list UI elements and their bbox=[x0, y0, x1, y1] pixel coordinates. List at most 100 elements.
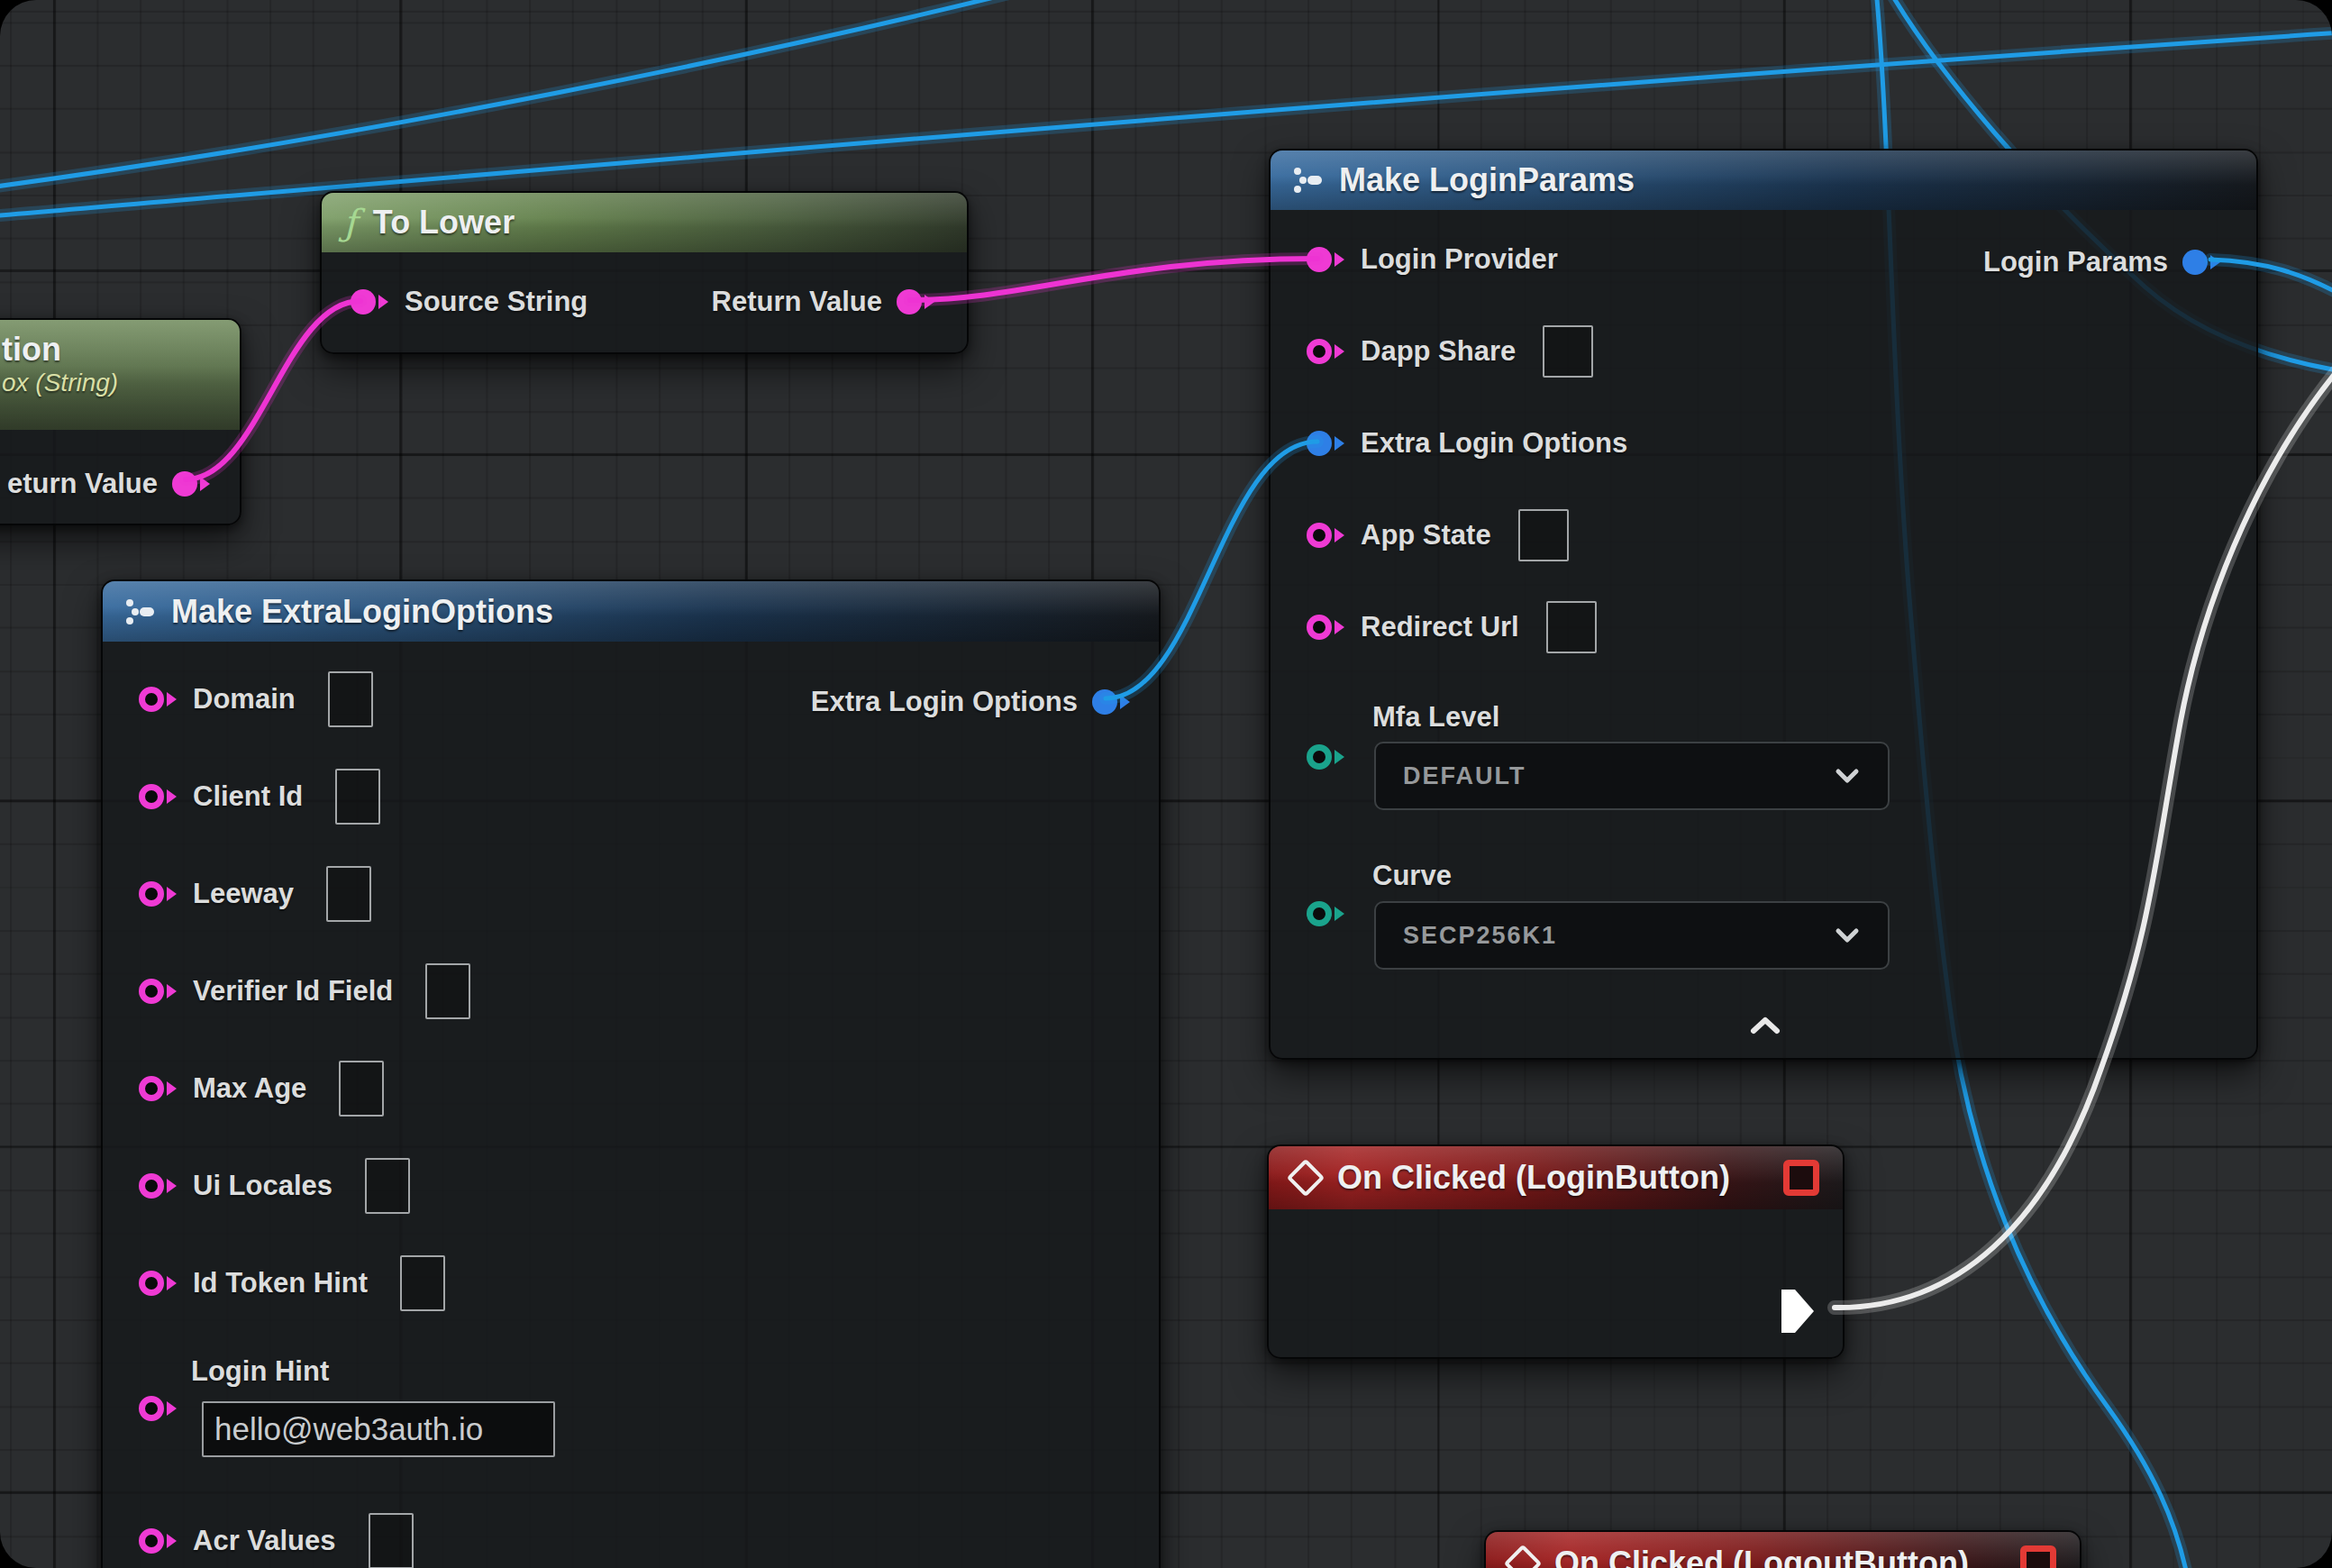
node-make-extraloginoptions-title: Make ExtraLoginOptions bbox=[171, 593, 553, 631]
chevron-down-icon bbox=[1834, 927, 1861, 944]
exec-out-pin[interactable] bbox=[1780, 1288, 1816, 1335]
app-state-pin[interactable] bbox=[1307, 521, 1344, 550]
extra-login-options-out-label: Extra Login Options bbox=[811, 686, 1078, 718]
pin-row-max-age: Max Age bbox=[103, 1040, 1159, 1137]
getter-return-label: eturn Value bbox=[7, 468, 158, 500]
wire-blue-top-upper-glow bbox=[0, 0, 1034, 187]
verifier-id-field-label: Verifier Id Field bbox=[193, 975, 393, 1007]
acr-values-box[interactable] bbox=[369, 1513, 414, 1568]
curve-label: Curve bbox=[1372, 860, 1452, 892]
acr-values-pin[interactable] bbox=[139, 1527, 177, 1555]
max-age-box[interactable] bbox=[339, 1061, 384, 1117]
return-value-label: Return Value bbox=[712, 286, 883, 318]
wire-magenta-tolower-loginprovider[interactable] bbox=[910, 259, 1317, 300]
node-make-loginparams-header[interactable]: Make LoginParams bbox=[1271, 150, 2256, 210]
source-string-label: Source String bbox=[405, 286, 588, 318]
login-provider-label: Login Provider bbox=[1361, 243, 1558, 276]
pin-row-dapp-share: Dapp Share bbox=[1271, 305, 2256, 397]
leeway-box[interactable] bbox=[326, 866, 371, 922]
id-token-hint-box[interactable] bbox=[400, 1255, 445, 1311]
acr-values-row: Acr Values bbox=[103, 1492, 1159, 1568]
node-getter[interactable]: tion ox (String) eturn Value bbox=[0, 318, 241, 525]
function-icon: ƒ bbox=[343, 205, 357, 241]
login-hint-input[interactable]: hello@web3auth.io bbox=[202, 1401, 555, 1457]
extra-login-options-pin[interactable] bbox=[1307, 429, 1344, 458]
pin-row-verifier-id-field: Verifier Id Field bbox=[103, 943, 1159, 1040]
node-getter-header[interactable]: tion ox (String) bbox=[0, 320, 240, 430]
login-hint-label: Login Hint bbox=[191, 1355, 329, 1388]
redirect-url-label: Redirect Url bbox=[1361, 611, 1519, 643]
node-make-loginparams[interactable]: Make LoginParams Login Provider Dapp Shar… bbox=[1269, 149, 2258, 1060]
event-diamond-icon bbox=[1504, 1545, 1542, 1568]
blueprint-canvas[interactable]: tion ox (String) eturn Value ƒ To Lower … bbox=[0, 0, 2332, 1568]
pin-row-app-state: App State bbox=[1271, 489, 2256, 581]
login-params-out-label: Login Params bbox=[1983, 246, 2168, 278]
node-getter-subtitle: ox (String) bbox=[2, 369, 118, 397]
getter-return-pin[interactable] bbox=[172, 469, 210, 498]
node-on-clicked-loginbutton[interactable]: On Clicked (LoginButton) bbox=[1267, 1144, 1845, 1359]
pin-row-redirect-url: Redirect Url bbox=[1271, 581, 2256, 673]
curve-pin[interactable] bbox=[1307, 899, 1344, 928]
domain-box[interactable] bbox=[328, 671, 373, 727]
node-on-clicked-loginbutton-title: On Clicked (LoginButton) bbox=[1337, 1159, 1730, 1197]
login-provider-pin[interactable] bbox=[1307, 245, 1344, 274]
return-value-pin[interactable] bbox=[897, 287, 934, 316]
redirect-url-pin[interactable] bbox=[1307, 613, 1344, 642]
pin-row-client-id: Client Id bbox=[103, 748, 1159, 845]
curve-dropdown[interactable]: SECP256K1 bbox=[1374, 901, 1890, 970]
node-to-lower-header[interactable]: ƒ To Lower bbox=[322, 193, 967, 252]
extra-login-options-out-pin[interactable] bbox=[1092, 688, 1130, 716]
client-id-pin[interactable] bbox=[139, 782, 177, 811]
node-getter-title: tion bbox=[2, 331, 118, 369]
getter-return-row: eturn Value bbox=[7, 468, 210, 500]
login-params-out-pin[interactable] bbox=[2182, 248, 2220, 277]
login-hint-pin[interactable] bbox=[139, 1394, 177, 1423]
leeway-pin[interactable] bbox=[139, 880, 177, 908]
collapse-chevron-icon[interactable] bbox=[1749, 1016, 1781, 1035]
login-hint-row: Login Hint hello@web3auth.io bbox=[103, 1332, 1159, 1492]
node-on-clicked-logoutbutton[interactable]: On Clicked (LogoutButton) bbox=[1484, 1530, 2081, 1568]
max-age-label: Max Age bbox=[193, 1072, 306, 1105]
make-struct-icon bbox=[124, 598, 157, 625]
event-diamond-icon bbox=[1287, 1159, 1325, 1197]
client-id-label: Client Id bbox=[193, 780, 303, 813]
id-token-hint-pin[interactable] bbox=[139, 1269, 177, 1298]
acr-values-label: Acr Values bbox=[193, 1525, 336, 1557]
node-on-clicked-logoutbutton-header[interactable]: On Clicked (LogoutButton) bbox=[1486, 1532, 2080, 1568]
max-age-pin[interactable] bbox=[139, 1074, 177, 1103]
pin-row-ui-locales: Ui Locales bbox=[103, 1137, 1159, 1235]
event-bind-icon[interactable] bbox=[2020, 1545, 2056, 1568]
dapp-share-label: Dapp Share bbox=[1361, 335, 1516, 368]
node-make-loginparams-title: Make LoginParams bbox=[1339, 161, 1635, 199]
node-to-lower[interactable]: ƒ To Lower Source String Return Value bbox=[320, 191, 969, 354]
dapp-share-pin[interactable] bbox=[1307, 337, 1344, 366]
ui-locales-box[interactable] bbox=[365, 1158, 410, 1214]
verifier-id-field-pin[interactable] bbox=[139, 977, 177, 1006]
wire-blue-top-upper[interactable] bbox=[0, 0, 1034, 187]
domain-pin[interactable] bbox=[139, 685, 177, 714]
node-make-extraloginoptions[interactable]: Make ExtraLoginOptions DomainClient IdLe… bbox=[101, 579, 1161, 1568]
node-on-clicked-loginbutton-header[interactable]: On Clicked (LoginButton) bbox=[1269, 1146, 1843, 1209]
app-state-box[interactable] bbox=[1518, 509, 1569, 561]
node-to-lower-title: To Lower bbox=[373, 204, 515, 242]
verifier-id-field-box[interactable] bbox=[425, 963, 470, 1019]
id-token-hint-label: Id Token Hint bbox=[193, 1267, 368, 1299]
ui-locales-pin[interactable] bbox=[139, 1171, 177, 1200]
mfa-level-dropdown[interactable]: DEFAULT bbox=[1374, 742, 1890, 810]
client-id-box[interactable] bbox=[335, 769, 380, 825]
source-string-pin[interactable] bbox=[351, 287, 388, 316]
app-state-label: App State bbox=[1361, 519, 1491, 552]
pin-row-extra-login-options: Extra Login Options bbox=[1271, 397, 2256, 489]
mfa-level-label: Mfa Level bbox=[1372, 701, 1499, 734]
node-make-extraloginoptions-header[interactable]: Make ExtraLoginOptions bbox=[103, 581, 1159, 642]
leeway-label: Leeway bbox=[193, 878, 294, 910]
dapp-share-box[interactable] bbox=[1543, 325, 1593, 378]
extra-login-options-label: Extra Login Options bbox=[1361, 427, 1627, 460]
mfa-level-pin[interactable] bbox=[1307, 743, 1344, 771]
event-bind-icon[interactable] bbox=[1783, 1160, 1819, 1196]
redirect-url-box[interactable] bbox=[1546, 601, 1597, 653]
node-on-clicked-logoutbutton-title: On Clicked (LogoutButton) bbox=[1554, 1545, 1969, 1568]
pin-row-leeway: Leeway bbox=[103, 845, 1159, 943]
make-struct-icon bbox=[1292, 167, 1325, 194]
wire-magenta-tolower-loginprovider-glow bbox=[910, 259, 1317, 300]
